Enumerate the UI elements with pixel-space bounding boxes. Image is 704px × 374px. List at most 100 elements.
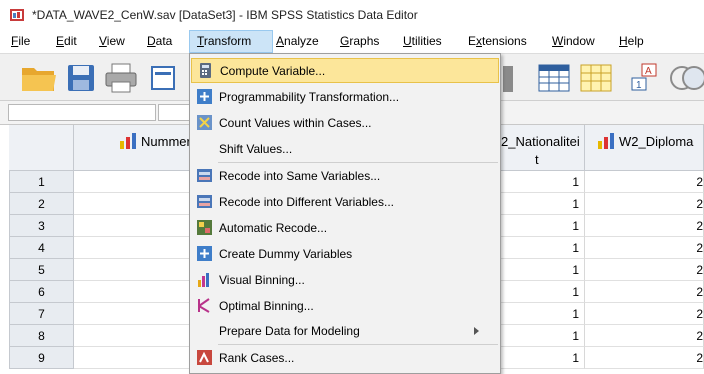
cell-nationaliteit[interactable]: 1 [501, 347, 585, 369]
value-labels-icon[interactable]: A 1 [630, 62, 662, 94]
menu-file[interactable]: File [11, 34, 30, 48]
menu-item-compute-variable[interactable]: Compute Variable... [191, 58, 499, 83]
menu-item-label: Count Values within Cases... [219, 116, 372, 130]
cell-diploma[interactable]: 2 [585, 303, 704, 325]
column-header-diploma[interactable]: W2_Diploma [585, 125, 704, 171]
row-number[interactable]: 7 [9, 303, 74, 325]
cell-nummer[interactable] [74, 237, 190, 259]
menu-window[interactable]: Window [552, 34, 595, 48]
menu-item-visual-binning[interactable]: Visual Binning... [191, 268, 499, 293]
column-header-label-line2: t [535, 152, 539, 167]
menu-item-count-values[interactable]: Count Values within Cases... [191, 111, 499, 136]
menu-analyze[interactable]: Analyze [276, 34, 319, 48]
cell-diploma[interactable]: 2 [585, 259, 704, 281]
menu-item-label: Compute Variable... [220, 64, 326, 78]
menu-help[interactable]: Help [619, 34, 644, 48]
scale-variable-icon [598, 133, 614, 149]
menu-item-label: Visual Binning... [219, 273, 305, 287]
svg-text:1: 1 [636, 80, 642, 91]
column-header-nationaliteit[interactable]: 2_Nationalitei t [501, 125, 585, 171]
cell-nationaliteit[interactable]: 1 [501, 237, 585, 259]
column-header-label: W2_Diploma [619, 134, 694, 149]
toolbar-partial-icon[interactable] [500, 64, 518, 94]
menu-item-label: Shift Values... [219, 142, 293, 156]
plus-icon [197, 89, 212, 104]
menu-item-optimal-binning[interactable]: Optimal Binning... [191, 294, 499, 319]
binning-icon [198, 273, 209, 287]
cell-nummer[interactable] [74, 215, 190, 237]
cell-diploma[interactable]: 2 [585, 347, 704, 369]
cell-nummer[interactable] [74, 347, 190, 369]
print-icon[interactable] [104, 62, 138, 94]
menu-item-label: Automatic Recode... [219, 221, 328, 235]
cell-nummer[interactable] [74, 171, 190, 193]
row-number[interactable]: 1 [9, 171, 74, 193]
cell-diploma[interactable]: 2 [585, 171, 704, 193]
column-header-label-line1: 2_Nationalitei [501, 134, 580, 149]
menu-edit[interactable]: Edit [56, 34, 77, 48]
row-number[interactable]: 5 [9, 259, 74, 281]
calculator-icon [200, 63, 211, 78]
save-icon[interactable] [66, 63, 96, 93]
cell-diploma[interactable]: 2 [585, 215, 704, 237]
row-number[interactable]: 2 [9, 193, 74, 215]
menu-item-label: Rank Cases... [219, 351, 295, 365]
row-number[interactable]: 3 [9, 215, 74, 237]
cell-diploma[interactable]: 2 [585, 237, 704, 259]
menu-item-label: Optimal Binning... [219, 299, 314, 313]
row-number[interactable]: 4 [9, 237, 74, 259]
menu-item-rank-cases[interactable]: Rank Cases... [191, 346, 499, 371]
cell-nationaliteit[interactable]: 1 [501, 325, 585, 347]
menu-item-recode-same[interactable]: Recode into Same Variables... [191, 164, 499, 189]
row-number[interactable]: 8 [9, 325, 74, 347]
menu-transform[interactable]: Transform [197, 34, 251, 48]
cell-diploma[interactable]: 2 [585, 281, 704, 303]
menu-item-automatic-recode[interactable]: Automatic Recode... [191, 216, 499, 241]
submenu-arrow-icon [474, 327, 479, 335]
cell-nationaliteit[interactable]: 1 [501, 215, 585, 237]
menu-view[interactable]: View [99, 34, 125, 48]
spreadsheet-icon[interactable] [538, 63, 570, 93]
cell-nummer[interactable] [74, 193, 190, 215]
cell-nummer[interactable] [74, 259, 190, 281]
spss-app-icon [10, 9, 24, 21]
dialog-recall-icon[interactable] [150, 64, 184, 92]
use-sets-icon[interactable] [668, 63, 704, 93]
column-header-nummer[interactable]: Nummer [74, 125, 191, 171]
menu-item-recode-different[interactable]: Recode into Different Variables... [191, 190, 499, 215]
menu-item-create-dummy-variables[interactable]: Create Dummy Variables [191, 242, 499, 267]
menu-item-shift-values[interactable]: Shift Values... [191, 137, 499, 162]
count-icon [197, 115, 212, 130]
menu-utilities[interactable]: Utilities [403, 34, 442, 48]
cell-nationaliteit[interactable]: 1 [501, 193, 585, 215]
menu-item-programmability-transformation[interactable]: Programmability Transformation... [191, 85, 499, 110]
menu-item-label: Programmability Transformation... [219, 90, 400, 104]
menu-item-prepare-data[interactable]: Prepare Data for Modeling [191, 319, 499, 344]
menu-extensions[interactable]: Extensions [468, 34, 527, 48]
recode-icon [197, 195, 212, 208]
grid-corner[interactable] [9, 125, 74, 171]
cell-nummer[interactable] [74, 281, 190, 303]
recode-icon [197, 169, 212, 182]
row-number[interactable]: 6 [9, 281, 74, 303]
menu-graphs[interactable]: Graphs [340, 34, 379, 48]
cell-diploma[interactable]: 2 [585, 193, 704, 215]
menu-data[interactable]: Data [147, 34, 172, 48]
column-header-label: Nummer [141, 134, 191, 149]
cell-nationaliteit[interactable]: 1 [501, 171, 585, 193]
cell-reference-field[interactable] [8, 104, 156, 121]
cell-nationaliteit[interactable]: 1 [501, 259, 585, 281]
cell-nummer[interactable] [74, 325, 190, 347]
row-number[interactable]: 9 [9, 347, 74, 369]
grid-select-icon[interactable] [580, 63, 612, 93]
cell-nummer[interactable] [74, 303, 190, 325]
menu-separator [218, 162, 498, 163]
window-title: *DATA_WAVE2_CenW.sav [DataSet3] - IBM SP… [32, 8, 418, 22]
menu-separator [218, 344, 498, 345]
cell-diploma[interactable]: 2 [585, 325, 704, 347]
cell-nationaliteit[interactable]: 1 [501, 281, 585, 303]
plus-icon [197, 246, 212, 261]
open-folder-icon[interactable] [20, 62, 58, 94]
rank-icon [197, 350, 212, 365]
cell-nationaliteit[interactable]: 1 [501, 303, 585, 325]
